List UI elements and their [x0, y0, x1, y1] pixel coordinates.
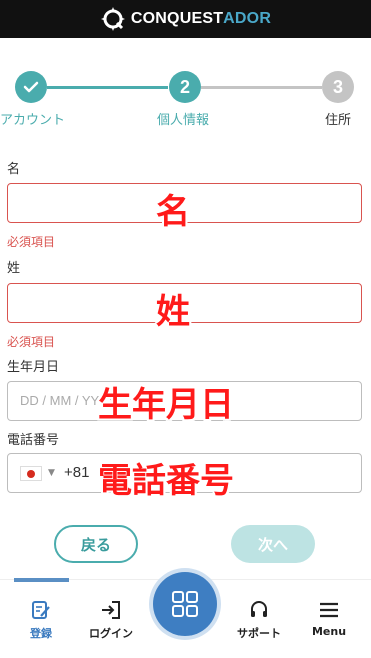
japan-flag-icon[interactable] [20, 466, 42, 481]
chevron-down-icon[interactable]: ▼ [48, 468, 55, 478]
nav-support-label: サポート [237, 627, 281, 640]
nav-support[interactable]: サポート [224, 598, 294, 641]
birthdate-annotation: 生年月日 [98, 385, 234, 425]
step-connector-2 [201, 86, 322, 89]
nav-register[interactable]: 登録 [6, 598, 76, 641]
nav-login[interactable]: ログイン [76, 598, 146, 641]
active-tab-indicator [14, 578, 69, 582]
logo-text-accent: ADOR [223, 10, 272, 27]
check-icon [23, 81, 39, 93]
last-name-annotation: 姓 [156, 292, 190, 332]
headset-icon [248, 598, 270, 622]
step-1-circle [15, 71, 47, 103]
logo-text-primary: CONQUEST [130, 10, 224, 27]
step-2-label: 個人情報 [157, 113, 210, 128]
app-header: CONQUEST ADOR [0, 0, 371, 38]
grid-icon [172, 591, 198, 617]
apps-button[interactable] [153, 572, 217, 636]
register-icon [30, 598, 52, 622]
last-name-error: 必須項目 [7, 335, 56, 349]
nav-menu[interactable]: Menu [294, 598, 364, 638]
next-button[interactable]: 次へ [231, 525, 315, 563]
step-1-label: アカウント [0, 113, 66, 128]
step-3-circle: 3 [322, 71, 354, 103]
step-connector-1 [47, 86, 168, 89]
first-name-error: 必須項目 [7, 235, 56, 249]
phone-annotation: 電話番号 [98, 461, 234, 501]
phone-label: 電話番号 [7, 433, 60, 448]
login-icon [100, 598, 122, 622]
first-name-label: 名 [7, 162, 21, 177]
step-2-circle: 2 [169, 71, 201, 103]
nav-login-label: ログイン [89, 627, 133, 640]
country-code: +81 [64, 464, 90, 481]
compass-logo-icon [100, 7, 125, 31]
last-name-label: 姓 [7, 261, 21, 276]
back-button[interactable]: 戻る [54, 525, 138, 563]
nav-register-label: 登録 [30, 627, 52, 640]
logo[interactable]: CONQUEST ADOR [100, 6, 271, 32]
step-3-label: 住所 [325, 113, 352, 128]
hamburger-icon [318, 598, 340, 622]
first-name-annotation: 名 [156, 192, 190, 232]
nav-menu-label: Menu [311, 625, 347, 638]
birthdate-label: 生年月日 [7, 360, 60, 375]
